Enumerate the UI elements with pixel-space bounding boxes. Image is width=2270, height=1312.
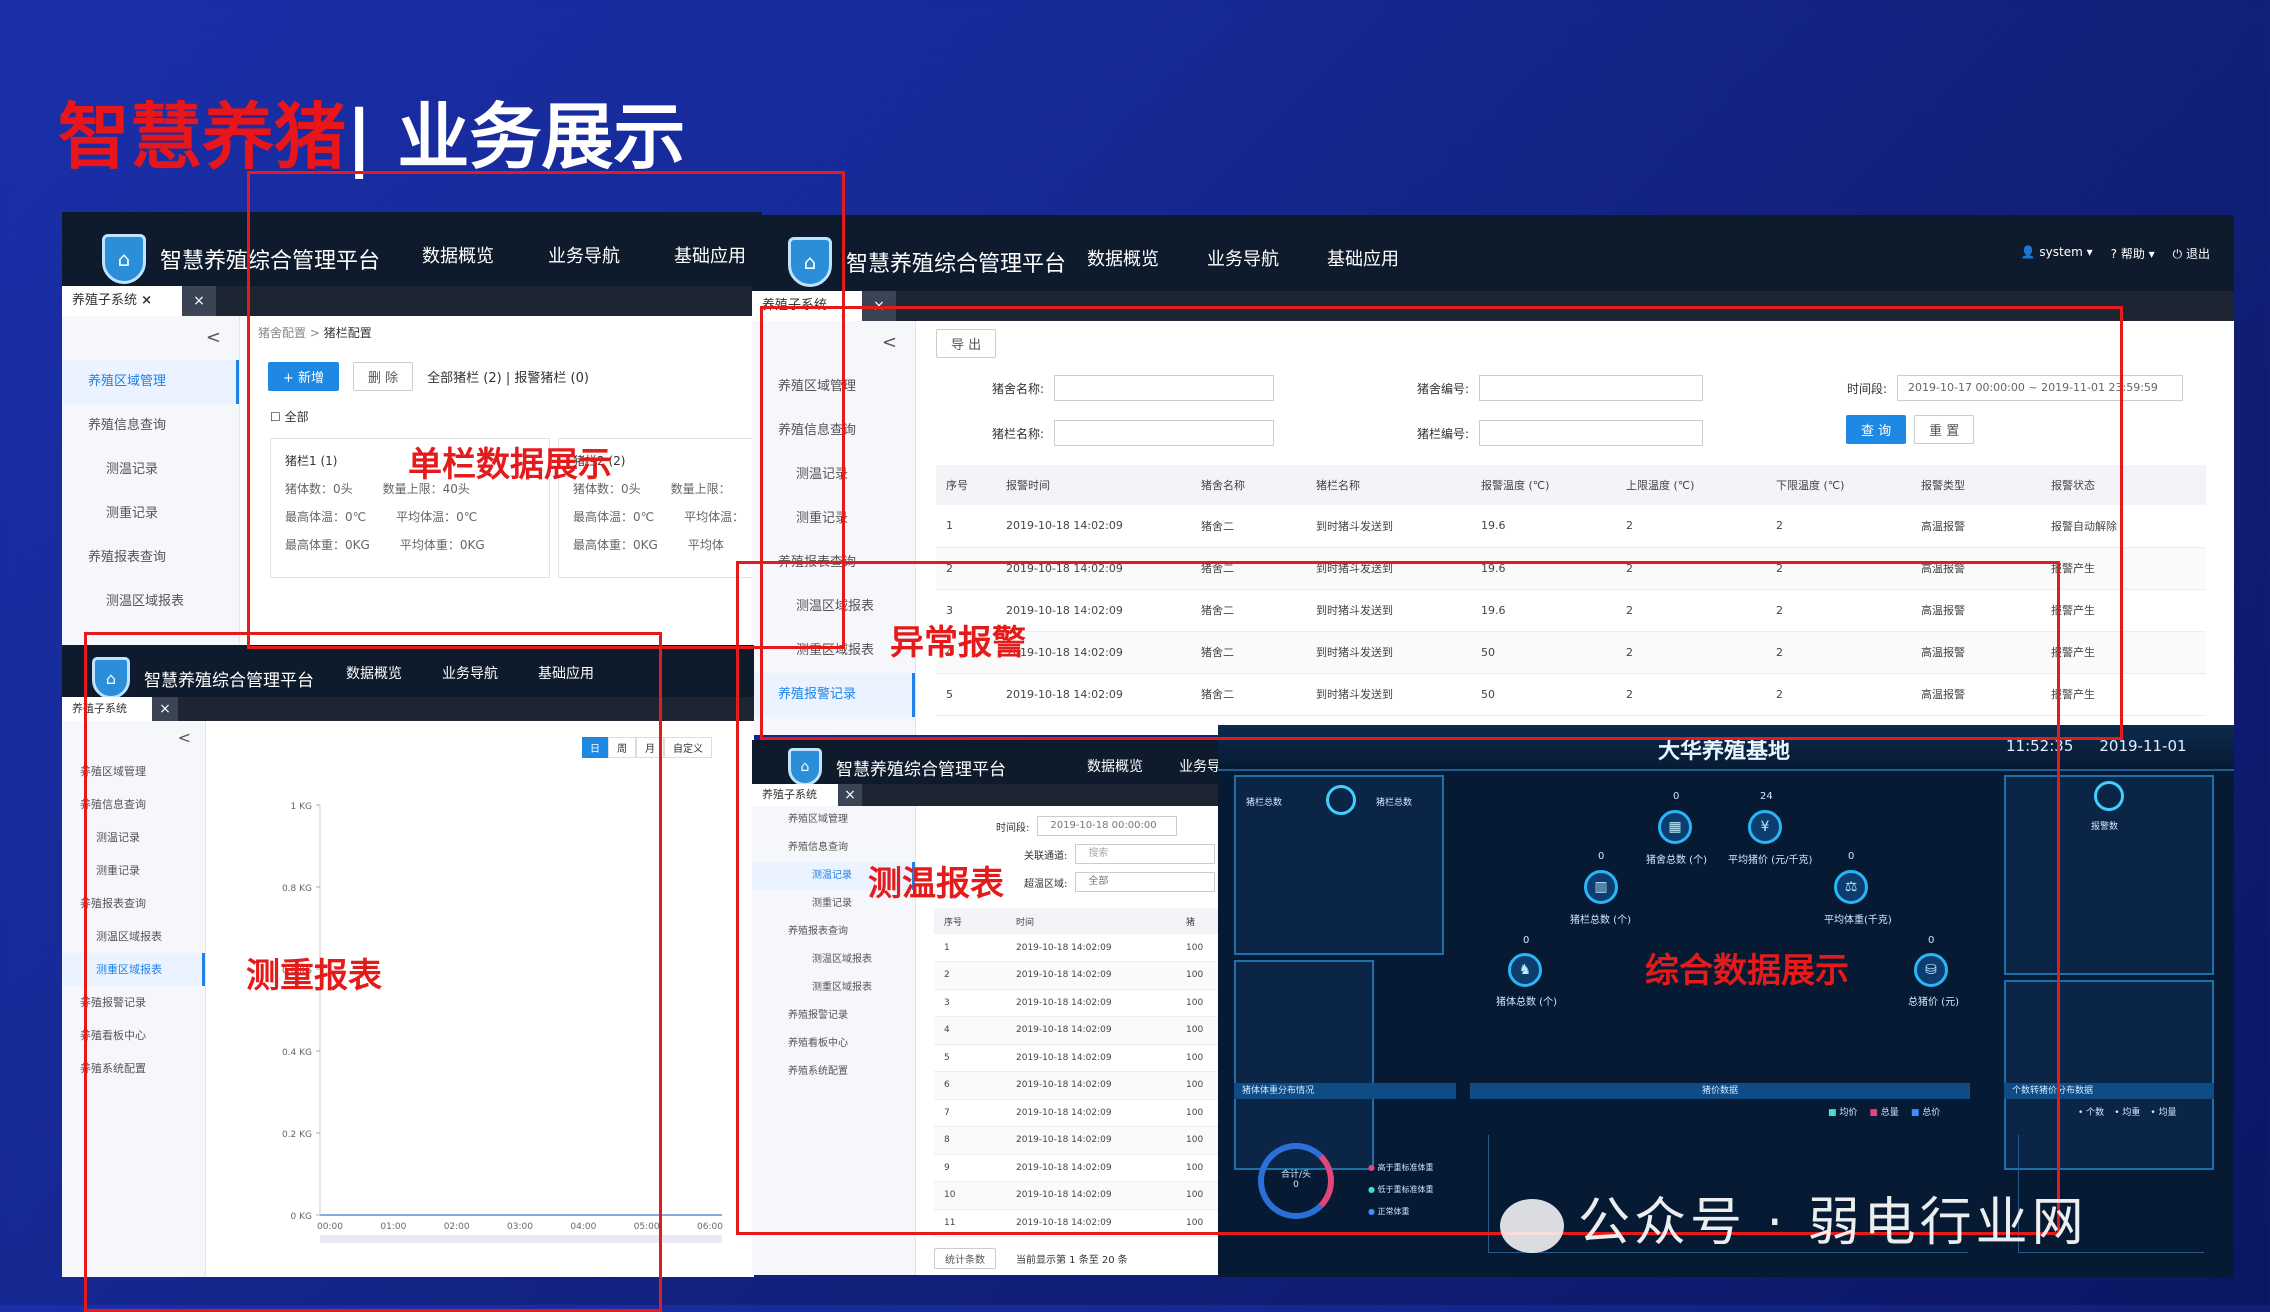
alarm-count-label: 报警数 [2091, 822, 2119, 832]
x-tick-label: 06:00 [697, 1222, 723, 1232]
label-temp-report: 测温报表 [868, 864, 1004, 904]
sidebar: < 养殖区域管理 养殖信息查询 测温记录 测重记录 养殖报表查询 测温区域报表 [62, 316, 240, 652]
label-pen-data: 单栏数据展示 [408, 445, 612, 485]
sidebar-item-temp[interactable]: 测温记录 [62, 448, 239, 492]
app-name: 智慧养殖综合管理平台 [846, 252, 1067, 277]
stats-count-button[interactable]: 统计条数 [934, 1248, 996, 1269]
count-legend: • 个数 • 均重 • 均量 [2078, 1108, 2177, 1118]
nav-business[interactable]: 业务导航 [1207, 245, 1279, 271]
sidebar-item-report[interactable]: 养殖报表查询 [62, 536, 239, 580]
tab-subsystem[interactable]: 养殖子系统 × [62, 286, 182, 316]
label-alarm: 异常报警 [890, 623, 1026, 663]
app-logo-icon: ⌂ [102, 234, 146, 284]
tab-close-icon[interactable]: × [141, 293, 152, 308]
right-ring-icon [2094, 781, 2124, 811]
wechat-icon [1500, 1199, 1564, 1253]
sidebar-item-weight[interactable]: 测重记录 [62, 492, 239, 536]
pagination-info: 当前显示第 1 条至 20 条 [1016, 1255, 1128, 1266]
help-menu[interactable]: ? 帮助 ▾ [2111, 245, 2155, 262]
tab-close-all-icon[interactable]: × [182, 286, 216, 316]
sidebar-item-info[interactable]: 养殖信息查询 [62, 404, 239, 448]
sidebar-collapse-icon[interactable]: < [62, 316, 239, 360]
sidebar-item-temp-report[interactable]: 测温区域报表 [62, 580, 239, 624]
watermark: 公众号 · 弱电行业网 [1500, 1180, 2088, 1255]
label-dashboard: 综合数据展示 [1645, 951, 1849, 991]
user-menu[interactable]: 👤 system ▾ [2021, 245, 2093, 262]
slide-title: 智慧养猪| 业务展示 [58, 95, 686, 179]
logout-button[interactable]: ⏻ 退出 [2173, 245, 2210, 262]
label-weight-report: 测重报表 [246, 956, 382, 996]
nav-overview[interactable]: 数据概览 [1087, 245, 1159, 271]
nav-apps[interactable]: 基础应用 [1327, 245, 1399, 271]
sidebar-item-area[interactable]: 养殖区域管理 [62, 360, 239, 404]
period-custom[interactable]: 自定义 [664, 737, 712, 758]
